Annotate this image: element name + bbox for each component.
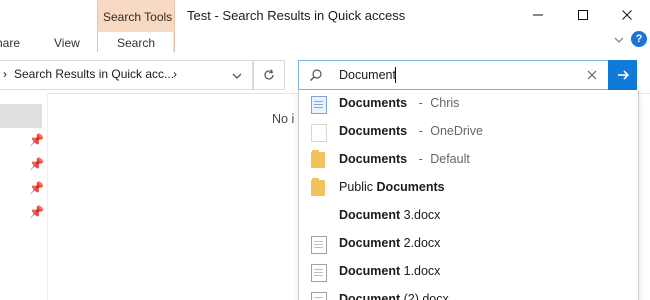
search-tools-label: Search Tools xyxy=(103,10,173,24)
suggestion-name: Documents xyxy=(376,180,445,194)
pin-icon: 📌 xyxy=(29,181,44,195)
pin-icon: 📌 xyxy=(29,157,44,171)
close-button[interactable] xyxy=(607,0,647,30)
suggestion-label: Documents - Chris xyxy=(339,96,459,110)
suggestion-name: Documents xyxy=(339,124,408,138)
suggestion-prefix: Public xyxy=(339,180,377,194)
search-box[interactable]: Document xyxy=(298,60,610,90)
pin-icon: 📌 xyxy=(29,205,44,219)
address-text: Search Results in Quick acc... xyxy=(14,67,175,81)
suggestion-label: Public Documents xyxy=(339,180,445,194)
suggestion-label: Documents - OneDrive xyxy=(339,124,483,138)
suggestion-label: Document (2).docx xyxy=(339,292,449,300)
search-caret xyxy=(395,67,396,83)
suggestion-name: Documents xyxy=(339,96,408,110)
empty-results-text: No i xyxy=(272,112,295,126)
minimize-icon xyxy=(533,14,543,16)
maximize-button[interactable] xyxy=(563,0,603,30)
address-dropdown-button[interactable] xyxy=(231,69,243,81)
document-icon xyxy=(311,292,327,300)
folder-icon xyxy=(311,150,325,168)
search-input[interactable]: Document xyxy=(339,68,396,82)
suggestion-location: Default xyxy=(430,152,470,166)
document-icon xyxy=(311,264,327,282)
refresh-button[interactable] xyxy=(253,60,285,90)
minimize-button[interactable] xyxy=(518,0,558,30)
suggestion-item[interactable]: Documents - Chris xyxy=(299,90,638,118)
suggestion-item[interactable]: Document 2.docx xyxy=(299,230,638,258)
chevron-down-icon xyxy=(614,37,624,43)
suggestion-suffix: (2).docx xyxy=(400,292,449,300)
tab-share[interactable]: hare xyxy=(0,36,20,50)
arrow-right-icon xyxy=(617,70,629,80)
suggestion-item[interactable]: Public Documents xyxy=(299,174,638,202)
file-explorer-window: Search Tools hare View Search Test - Sea… xyxy=(0,0,650,300)
suggestion-name: Document xyxy=(339,292,401,300)
address-bar[interactable]: › Search Results in Quick acc... › xyxy=(0,60,253,90)
help-question-icon: ? xyxy=(635,33,643,45)
window-title: Test - Search Results in Quick access xyxy=(187,8,406,23)
suggestion-separator: - xyxy=(418,124,423,138)
suggestion-separator: - xyxy=(418,96,423,110)
suggestion-location: Chris xyxy=(430,96,460,110)
suggestion-location: OneDrive xyxy=(430,124,484,138)
document-icon xyxy=(311,236,327,254)
search-suggestions-dropdown[interactable]: Documents - Chris Documents - OneDrive D… xyxy=(298,90,639,300)
address-left-chevron: › xyxy=(3,67,7,81)
suggestion-name: Document xyxy=(339,236,401,250)
clear-search-button[interactable] xyxy=(585,68,599,82)
suggestion-name: Document xyxy=(339,264,401,278)
suggestion-name: Documents xyxy=(339,152,408,166)
suggestion-item[interactable]: Documents - OneDrive xyxy=(299,118,638,146)
chevron-down-icon xyxy=(232,73,242,79)
help-button[interactable]: ? xyxy=(631,31,647,47)
refresh-icon xyxy=(264,69,274,80)
suggestion-suffix: 3.docx xyxy=(400,208,441,222)
nav-selected-item[interactable] xyxy=(0,104,42,128)
suggestion-label: Documents - Default xyxy=(339,152,470,166)
expand-ribbon-button[interactable] xyxy=(613,33,625,45)
suggestion-item[interactable]: Documents - Default xyxy=(299,146,638,174)
suggestion-label: Document 2.docx xyxy=(339,236,440,250)
suggestion-item[interactable]: Document 3.docx xyxy=(299,202,638,230)
close-icon xyxy=(622,10,632,20)
suggestion-name: Document xyxy=(339,208,401,222)
tab-view[interactable]: View xyxy=(54,36,80,50)
suggestion-suffix: 1.docx xyxy=(400,264,441,278)
tab-search[interactable]: Search xyxy=(117,36,155,50)
suggestion-item[interactable]: Document (2).docx xyxy=(299,286,638,300)
suggestion-separator: - xyxy=(418,152,423,166)
suggestion-label: Document 1.docx xyxy=(339,264,440,278)
search-icon xyxy=(309,68,323,82)
folder-icon xyxy=(311,124,327,142)
blank-file-icon xyxy=(311,208,325,224)
suggestion-item[interactable]: Document 1.docx xyxy=(299,258,638,286)
folder-icon xyxy=(311,178,325,196)
library-document-icon xyxy=(311,96,327,114)
suggestion-label: Document 3.docx xyxy=(339,208,440,222)
address-right-chevron: › xyxy=(173,67,177,81)
suggestion-suffix: 2.docx xyxy=(400,236,441,250)
maximize-icon xyxy=(578,10,588,20)
pin-icon: 📌 xyxy=(29,133,44,147)
search-go-button[interactable] xyxy=(608,60,637,90)
close-icon xyxy=(587,70,597,80)
